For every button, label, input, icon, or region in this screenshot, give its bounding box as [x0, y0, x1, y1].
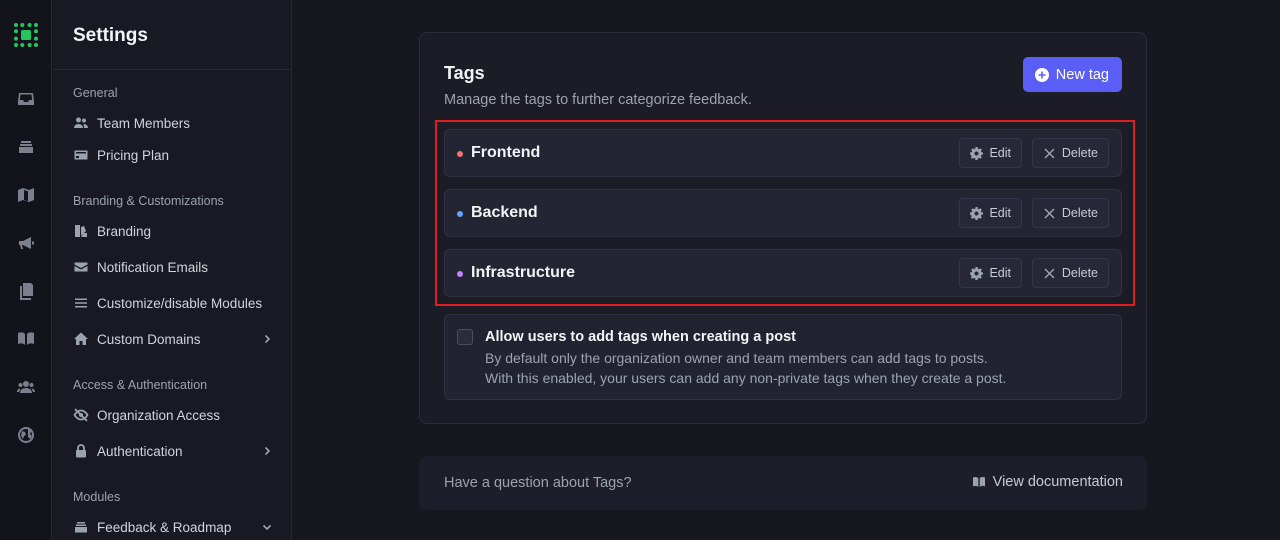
new-tag-label: New tag — [1055, 66, 1109, 83]
main-content: Tags Manage the tags to further categori… — [293, 0, 1280, 540]
delete-tag-button[interactable]: Delete — [1031, 138, 1109, 168]
app-root: Settings General Team Members Pricing Pl… — [0, 0, 1280, 540]
tag-color-dot — [457, 151, 463, 157]
edit-label: Edit — [989, 266, 1011, 280]
tag-color-dot — [457, 271, 463, 277]
users-icon[interactable] — [16, 377, 36, 397]
delete-label: Delete — [1061, 146, 1098, 160]
gear-icon — [970, 266, 984, 280]
gear-icon — [970, 206, 984, 220]
allow-user-tags-description: With this enabled, your users can add an… — [485, 370, 1007, 386]
view-documentation-link[interactable]: View documentation — [972, 474, 1123, 490]
credit-card-icon — [73, 147, 89, 163]
sidebar-item-organization-access[interactable]: Organization Access — [73, 404, 273, 426]
sidebar-item-label: Branding — [97, 223, 152, 239]
edit-tag-button[interactable]: Edit — [959, 138, 1022, 168]
section-access: Access & Authentication — [73, 378, 208, 392]
lock-icon — [73, 443, 89, 459]
tag-row-frontend: Frontend Edit Delete — [444, 129, 1122, 177]
sidebar-item-branding[interactable]: Branding — [73, 220, 273, 242]
sidebar-item-team-members[interactable]: Team Members — [73, 112, 273, 134]
edit-tag-button[interactable]: Edit — [959, 258, 1022, 288]
archive-icon — [73, 519, 89, 535]
archive-icon[interactable] — [16, 137, 36, 157]
book-icon — [972, 475, 986, 489]
tags-title: Tags — [444, 63, 485, 83]
delete-tag-button[interactable]: Delete — [1031, 198, 1109, 228]
section-modules: Modules — [73, 490, 121, 504]
sidebar-item-notification-emails[interactable]: Notification Emails — [73, 256, 273, 278]
settings-title: Settings — [73, 25, 148, 46]
tag-color-dot — [457, 211, 463, 217]
close-icon — [1043, 207, 1056, 220]
app-logo-icon[interactable] — [13, 22, 39, 48]
plus-circle-icon — [1034, 67, 1049, 82]
map-icon[interactable] — [16, 185, 36, 205]
tag-row-backend: Backend Edit Delete — [444, 189, 1122, 237]
delete-label: Delete — [1061, 206, 1098, 220]
sidebar-item-label: Organization Access — [97, 407, 221, 423]
tag-name: Backend — [471, 204, 538, 221]
delete-label: Delete — [1061, 266, 1098, 280]
close-icon — [1043, 267, 1056, 280]
sidebar-item-label: Feedback & Roadmap — [97, 519, 232, 535]
section-general: General — [73, 86, 118, 100]
sidebar-item-customize-modules[interactable]: Customize/disable Modules — [73, 292, 273, 314]
palette-icon — [73, 223, 89, 239]
sidebar-divider — [53, 69, 291, 70]
chevron-down-icon — [261, 521, 273, 533]
eye-off-icon — [73, 407, 89, 423]
sidebar-item-feedback-roadmap[interactable]: Feedback & Roadmap — [73, 516, 273, 538]
chevron-right-icon — [261, 333, 273, 345]
close-icon — [1043, 147, 1056, 160]
sidebar-item-label: Customize/disable Modules — [97, 295, 263, 311]
sidebar-item-label: Authentication — [97, 443, 183, 459]
team-members-icon — [73, 115, 89, 131]
edit-tag-button[interactable]: Edit — [959, 198, 1022, 228]
tag-name: Infrastructure — [471, 264, 576, 281]
gear-icon — [970, 146, 984, 160]
globe-icon[interactable] — [16, 425, 36, 445]
help-banner: Have a question about Tags? View documen… — [419, 456, 1147, 510]
settings-sidebar: Settings General Team Members Pricing Pl… — [53, 0, 292, 540]
tag-row-infrastructure: Infrastructure Edit Delete — [444, 249, 1122, 297]
home-icon — [73, 331, 89, 347]
allow-user-tags-checkbox[interactable] — [457, 329, 473, 345]
new-tag-button[interactable]: New tag — [1022, 57, 1122, 92]
megaphone-icon[interactable] — [16, 233, 36, 253]
list-icon — [73, 295, 89, 311]
edit-label: Edit — [989, 206, 1011, 220]
view-documentation-label: View documentation — [992, 474, 1123, 490]
allow-user-tags-description: By default only the organization owner a… — [485, 350, 988, 366]
sidebar-item-custom-domains[interactable]: Custom Domains — [73, 328, 273, 350]
chevron-right-icon — [261, 445, 273, 457]
book-icon[interactable] — [16, 329, 36, 349]
tag-name: Frontend — [471, 144, 541, 161]
tags-subtitle: Manage the tags to further categorize fe… — [444, 92, 752, 108]
tags-card: Tags Manage the tags to further categori… — [419, 32, 1147, 424]
sidebar-item-label: Custom Domains — [97, 331, 201, 347]
sidebar-item-label: Team Members — [97, 115, 191, 131]
sidebar-item-label: Pricing Plan — [97, 147, 170, 163]
sidebar-item-pricing-plan[interactable]: Pricing Plan — [73, 144, 273, 166]
envelope-icon — [73, 259, 89, 275]
help-question: Have a question about Tags? — [444, 475, 632, 491]
documents-icon[interactable] — [16, 281, 36, 301]
sidebar-item-authentication[interactable]: Authentication — [73, 440, 273, 462]
edit-label: Edit — [989, 146, 1011, 160]
sidebar-item-label: Notification Emails — [97, 259, 209, 275]
allow-user-tags-option: Allow users to add tags when creating a … — [444, 314, 1122, 400]
icon-rail — [0, 0, 52, 540]
section-branding: Branding & Customizations — [73, 194, 224, 208]
allow-user-tags-label: Allow users to add tags when creating a … — [485, 329, 796, 345]
delete-tag-button[interactable]: Delete — [1031, 258, 1109, 288]
inbox-icon[interactable] — [16, 89, 36, 109]
